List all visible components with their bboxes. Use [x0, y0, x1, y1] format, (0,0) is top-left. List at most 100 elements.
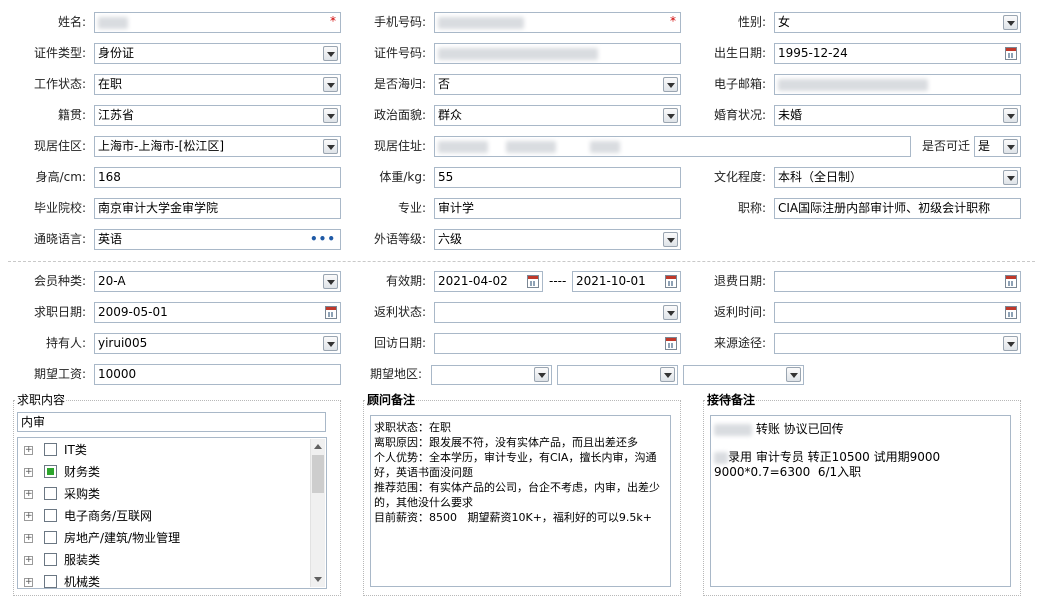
- holder-label: 持有人:: [45, 336, 86, 350]
- valid-from-field[interactable]: 2021-04-02: [434, 271, 543, 292]
- politics-select[interactable]: 群众: [434, 105, 681, 126]
- chevron-down-icon[interactable]: [1003, 139, 1018, 154]
- chevron-down-icon[interactable]: [323, 139, 338, 154]
- chevron-down-icon[interactable]: [323, 336, 338, 351]
- holder-select[interactable]: yirui005: [94, 333, 341, 354]
- politics-value: 群众: [438, 108, 463, 122]
- expand-icon[interactable]: +: [24, 534, 33, 543]
- chevron-down-icon[interactable]: [534, 367, 549, 382]
- name-field[interactable]: *: [94, 12, 341, 33]
- rebate-time-label: 返利时间:: [713, 305, 766, 319]
- height-field[interactable]: 168: [94, 167, 341, 188]
- chevron-down-icon[interactable]: [663, 77, 678, 92]
- calendar-icon[interactable]: [1005, 306, 1017, 319]
- source-select[interactable]: [774, 333, 1021, 354]
- checkbox[interactable]: [44, 575, 57, 588]
- more-icon[interactable]: •••: [310, 230, 336, 249]
- tree-item-label: 采购类: [64, 487, 101, 501]
- phone-field[interactable]: *: [434, 12, 681, 33]
- scroll-up-icon[interactable]: [314, 444, 322, 449]
- weight-label: 体重/kg:: [379, 170, 426, 184]
- chevron-down-icon[interactable]: [1003, 170, 1018, 185]
- salary-field[interactable]: 10000: [94, 364, 341, 385]
- job-category-tree[interactable]: + IT类 + 财务类 + 采购类 + 电子商务/互联网 + 房地产/建筑/物业…: [17, 437, 327, 589]
- marital-value: 未婚: [778, 108, 803, 122]
- major-field[interactable]: 审计学: [434, 198, 681, 219]
- chevron-down-icon[interactable]: [323, 77, 338, 92]
- lang-level-select[interactable]: 六级: [434, 229, 681, 250]
- marital-label: 婚育状况:: [713, 108, 766, 122]
- scroll-down-icon[interactable]: [314, 577, 322, 582]
- chevron-down-icon[interactable]: [1003, 15, 1018, 30]
- scroll-thumb[interactable]: [312, 455, 324, 493]
- tree-item-label: 电子商务/互联网: [64, 509, 153, 523]
- chevron-down-icon[interactable]: [323, 46, 338, 61]
- relocate-select[interactable]: 是: [974, 136, 1021, 157]
- district-select[interactable]: 上海市-上海市-[松江区]: [94, 136, 341, 157]
- expand-icon[interactable]: +: [24, 512, 33, 521]
- expand-icon[interactable]: +: [24, 556, 33, 565]
- overseas-value: 否: [438, 77, 451, 91]
- calendar-icon[interactable]: [527, 275, 539, 288]
- native-select[interactable]: 江苏省: [94, 105, 341, 126]
- chevron-down-icon[interactable]: [663, 305, 678, 320]
- tree-item-label: 机械类: [64, 575, 101, 589]
- language-field[interactable]: 英语 •••: [94, 229, 341, 250]
- area-city-select[interactable]: [557, 365, 678, 385]
- rebate-status-select[interactable]: [434, 302, 681, 323]
- language-value: 英语: [98, 232, 123, 246]
- address-field[interactable]: [434, 136, 911, 157]
- job-date-field[interactable]: 2009-05-01: [94, 302, 341, 323]
- chevron-down-icon[interactable]: [660, 367, 675, 382]
- birth-date-field[interactable]: 1995-12-24: [774, 43, 1021, 64]
- checkbox[interactable]: [44, 531, 57, 544]
- expand-icon[interactable]: +: [24, 490, 33, 499]
- id-no-field[interactable]: [434, 43, 681, 64]
- chevron-down-icon[interactable]: [323, 274, 338, 289]
- chevron-down-icon[interactable]: [1003, 336, 1018, 351]
- id-type-select[interactable]: 身份证: [94, 43, 341, 64]
- holder-value: yirui005: [98, 336, 148, 350]
- title-field[interactable]: CIA国际注册内部审计师、初级会计职称: [774, 198, 1021, 219]
- chevron-down-icon[interactable]: [323, 108, 338, 123]
- marital-select[interactable]: 未婚: [774, 105, 1021, 126]
- checkbox-partial[interactable]: [44, 465, 57, 478]
- tree-scrollbar[interactable]: [310, 439, 325, 587]
- gender-select[interactable]: 女: [774, 12, 1021, 33]
- calendar-icon[interactable]: [665, 275, 677, 288]
- member-type-select[interactable]: 20-A: [94, 271, 341, 292]
- refund-date-field[interactable]: [774, 271, 1021, 292]
- job-filter-input[interactable]: 内审: [17, 412, 326, 432]
- valid-to-field[interactable]: 2021-10-01: [572, 271, 681, 292]
- calendar-icon[interactable]: [325, 306, 337, 319]
- checkbox[interactable]: [44, 487, 57, 500]
- expand-icon[interactable]: +: [24, 468, 33, 477]
- checkbox[interactable]: [44, 509, 57, 522]
- reception-notes-textarea[interactable]: 转账 协议已回传 录用 审计专员 转正10500 试用期9000 9000*0.…: [710, 415, 1011, 587]
- weight-field[interactable]: 55: [434, 167, 681, 188]
- area-district-select[interactable]: [683, 365, 804, 385]
- chevron-down-icon[interactable]: [663, 232, 678, 247]
- chevron-down-icon[interactable]: [786, 367, 801, 382]
- school-field[interactable]: 南京审计大学金审学院: [94, 198, 341, 219]
- calendar-icon[interactable]: [1005, 275, 1017, 288]
- chevron-down-icon[interactable]: [1003, 108, 1018, 123]
- birth-value: 1995-12-24: [778, 46, 848, 60]
- expand-icon[interactable]: +: [24, 578, 33, 587]
- expand-icon[interactable]: +: [24, 446, 33, 455]
- checkbox[interactable]: [44, 553, 57, 566]
- checkbox[interactable]: [44, 443, 57, 456]
- overseas-select[interactable]: 否: [434, 74, 681, 95]
- calendar-icon[interactable]: [1005, 47, 1017, 60]
- education-select[interactable]: 本科（全日制）: [774, 167, 1021, 188]
- area-province-select[interactable]: [431, 365, 552, 385]
- calendar-icon[interactable]: [665, 337, 677, 350]
- work-status-select[interactable]: 在职: [94, 74, 341, 95]
- chevron-down-icon[interactable]: [663, 108, 678, 123]
- native-value: 江苏省: [98, 108, 135, 122]
- email-field[interactable]: [774, 74, 1021, 95]
- return-visit-field[interactable]: [434, 333, 681, 354]
- rebate-time-field[interactable]: [774, 302, 1021, 323]
- consultant-notes-textarea[interactable]: 求职状态：在职 离职原因：跟发展不符，没有实体产品，而且出差还多 个人优势：全本…: [370, 415, 671, 587]
- tree-item-label: 财务类: [64, 465, 101, 479]
